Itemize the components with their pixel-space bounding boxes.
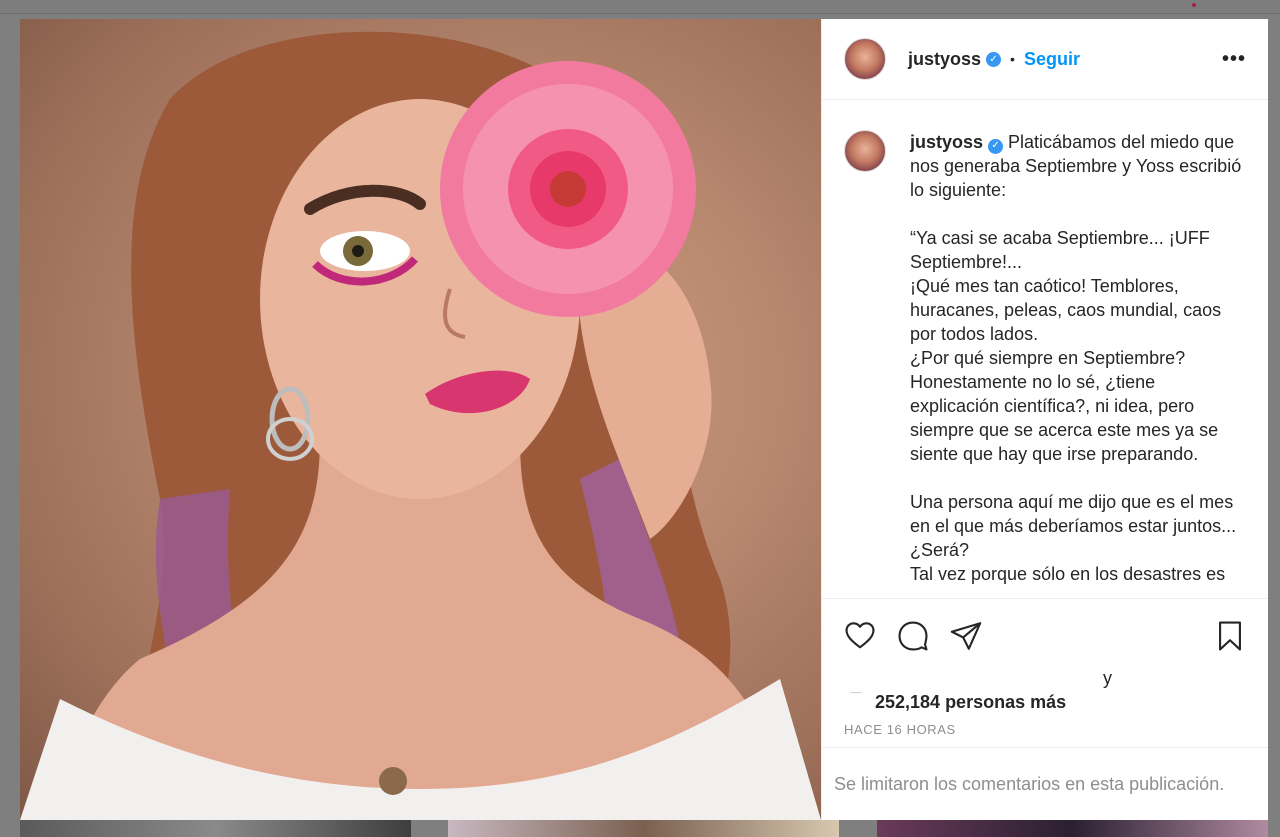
heart-icon [845,621,875,648]
post-modal: justyoss ✓ • Seguir ••• justyoss ✓ Platic… [20,19,1268,820]
liker-avatar-stub [849,692,863,695]
grid-thumbnail[interactable] [448,820,839,837]
verified-badge-icon: ✓ [986,51,1002,67]
likes-count-link[interactable]: 252,184 personas más [875,692,1066,713]
caption-verified-badge-icon: ✓ [988,138,1004,154]
caption-author-avatar[interactable] [844,130,886,172]
comment-bubble-icon [898,620,928,651]
caption-row: justyoss ✓ Platicábamos del miedo que nos… [844,130,1246,586]
paper-plane-icon [950,621,982,650]
save-button[interactable] [1212,618,1248,654]
grid-thumbnail[interactable] [20,820,411,837]
caption-area[interactable]: justyoss ✓ Platicábamos del miedo que nos… [822,100,1268,598]
comment-button[interactable] [895,618,931,654]
post-side-panel: justyoss ✓ • Seguir ••• justyoss ✓ Platic… [821,19,1268,820]
follow-button[interactable]: Seguir [1024,49,1080,70]
pink-flower [440,61,696,317]
header-separator: • [1010,51,1015,67]
likes-summary: y 252,184 personas más [822,668,1268,713]
comments-limited-notice: Se limitaron los comentarios en esta pub… [834,773,1225,794]
caption-text: justyoss ✓ Platicábamos del miedo que nos… [910,130,1246,586]
post-timestamp[interactable]: HACE 16 HORAS [822,712,1268,748]
author-username[interactable]: justyoss [908,49,981,70]
post-header: justyoss ✓ • Seguir ••• [822,19,1268,100]
background-grid-thumbnails [0,820,1280,837]
portrait-illustration [20,31,821,820]
share-button[interactable] [948,618,984,654]
caption-username[interactable]: justyoss [910,132,983,152]
caption-body: Platicábamos del miedo que nos generaba … [910,132,1242,584]
action-bar [822,598,1268,672]
like-button[interactable] [842,618,878,654]
author-avatar[interactable] [844,38,886,80]
background-top-nav [0,0,1280,14]
likes-connector: y [1103,668,1112,688]
post-photo[interactable] [20,19,821,820]
more-options-button[interactable]: ••• [1222,48,1246,71]
bookmark-icon [1219,620,1241,651]
notification-dot [1192,3,1196,7]
grid-thumbnail[interactable] [877,820,1268,837]
